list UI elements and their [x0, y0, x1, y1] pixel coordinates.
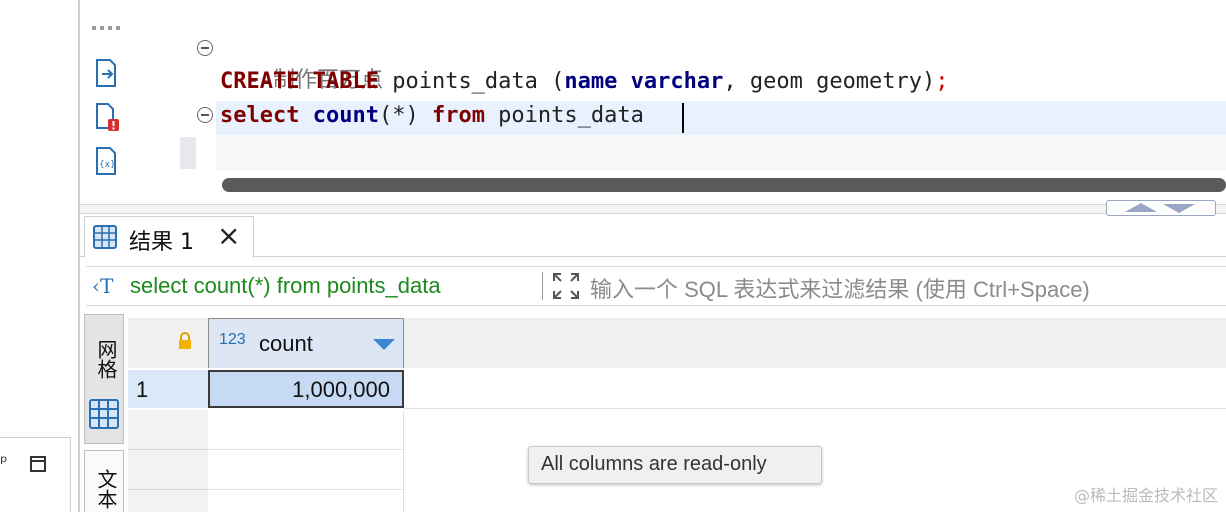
row-number-cell[interactable] — [128, 450, 208, 490]
row-number: 1 — [136, 377, 149, 402]
svg-text:{x}: {x} — [99, 160, 116, 170]
cell-value: 1,000,000 — [292, 377, 390, 402]
expand-icon[interactable] — [552, 272, 580, 300]
fold-toggle-icon[interactable] — [197, 107, 213, 123]
chevron-down-icon[interactable] — [1163, 204, 1195, 213]
close-icon[interactable]: × — [217, 219, 240, 252]
filter-separator — [542, 272, 543, 300]
keyword: TABLE — [312, 69, 379, 94]
left-panel — [0, 0, 80, 512]
tab-label: 结果 1 — [129, 230, 194, 255]
grid-cell[interactable] — [208, 450, 404, 490]
pin-icon[interactable]: ᵖ — [0, 452, 8, 473]
side-tab-grid[interactable]: 网格 — [84, 314, 124, 444]
execute-script-icon[interactable] — [94, 58, 120, 88]
keyword: from — [431, 103, 485, 128]
semicolon: ; — [935, 69, 949, 94]
sort-dropdown-icon[interactable] — [373, 339, 395, 350]
keyword: name — [564, 69, 618, 94]
code-line-select[interactable]: select count(*) from points_data — [220, 101, 644, 131]
lock-icon — [178, 332, 192, 354]
code-text: , geom geometry) — [723, 69, 936, 94]
filter-input[interactable]: 输入一个 SQL 表达式来过滤结果 (使用 Ctrl+Space) — [590, 272, 1090, 304]
error-file-icon[interactable] — [94, 102, 120, 132]
side-tab-text-label: 文本 — [94, 469, 118, 509]
panel-splitter[interactable] — [80, 204, 1226, 214]
chevron-up-icon[interactable] — [1125, 203, 1157, 212]
more-dots-icon[interactable] — [92, 26, 122, 32]
code-text: points_data — [484, 103, 644, 128]
numeric-type-badge: 123 — [219, 331, 246, 348]
code-text: points_data ( — [378, 69, 565, 94]
left-panel-divider — [0, 437, 70, 438]
keyword: varchar — [630, 69, 724, 94]
grid-cell[interactable] — [208, 490, 404, 512]
horizontal-scrollbar[interactable] — [222, 178, 1226, 192]
code-text: (*) — [378, 103, 432, 128]
grid-cell[interactable] — [208, 410, 404, 450]
code-line-create[interactable]: CREATE TABLE points_data (name varchar, … — [220, 67, 949, 97]
row-divider — [404, 408, 1226, 409]
splitter-handle[interactable] — [1106, 200, 1216, 216]
filter-sql-query[interactable]: select count(*) from points_data — [130, 273, 441, 299]
tab-results-1[interactable]: 结果 1 × — [84, 216, 254, 258]
editor-empty-line — [216, 135, 1226, 171]
row-number-cell[interactable]: 1 — [128, 370, 208, 408]
grid-table-icon — [93, 225, 117, 253]
keyword: select — [220, 103, 300, 128]
tooltip: All columns are read-only — [528, 446, 822, 484]
watermark: @稀土掘金技术社区 — [1073, 486, 1218, 505]
column-header-label: count — [259, 331, 313, 356]
grid-icon — [89, 399, 119, 433]
maximize-icon[interactable] — [30, 456, 46, 472]
left-panel-vdivider — [70, 437, 71, 512]
keyword: count — [312, 103, 379, 128]
sql-text-icon[interactable]: ‹T — [92, 274, 113, 298]
row-number-cell[interactable] — [128, 410, 208, 450]
text-cursor — [682, 103, 684, 133]
column-header-count[interactable]: 123 count — [208, 318, 404, 368]
grid-cell-selected[interactable]: 1,000,000 — [208, 370, 404, 408]
variables-icon[interactable]: {x} — [94, 146, 120, 176]
gutter-marker — [180, 137, 196, 169]
keyword: CREATE — [220, 69, 300, 94]
side-tab-grid-label: 网格 — [94, 339, 118, 379]
tooltip-text: All columns are read-only — [541, 453, 767, 475]
side-tab-text[interactable]: 文本 — [84, 450, 124, 512]
row-number-cell[interactable] — [128, 490, 208, 512]
fold-toggle-icon[interactable] — [197, 40, 213, 56]
